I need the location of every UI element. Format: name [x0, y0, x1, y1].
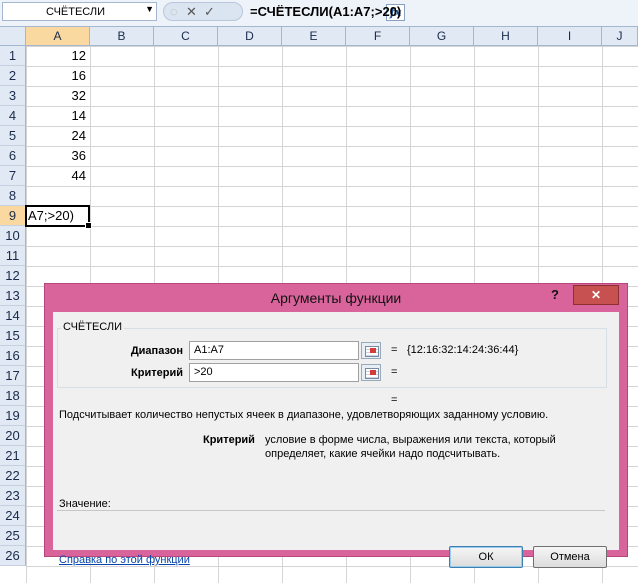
cell-a5[interactable]: 24: [26, 126, 86, 146]
formula-input[interactable]: =СЧЁТЕСЛИ(A1:A7;>20): [250, 4, 401, 19]
cell-a4[interactable]: 14: [26, 106, 86, 126]
criteria-eq: =: [391, 366, 398, 378]
row-header-24[interactable]: 24: [0, 506, 26, 526]
chevron-down-icon[interactable]: ▼: [145, 4, 154, 14]
row-header-2[interactable]: 2: [0, 66, 26, 86]
row-header-10[interactable]: 10: [0, 226, 26, 246]
row-header-23[interactable]: 23: [0, 486, 26, 506]
column-header-i[interactable]: I: [538, 27, 602, 46]
row-header-5[interactable]: 5: [0, 126, 26, 146]
cancel-button[interactable]: Отмена: [533, 546, 607, 568]
enter-icon[interactable]: ✓: [204, 4, 215, 20]
help-link[interactable]: Справка по этой функции: [59, 554, 190, 566]
formula-buttons: ◌ ✕ ✓ fx: [163, 2, 405, 21]
row-header-26[interactable]: 26: [0, 546, 26, 566]
name-box-value: СЧЁТЕСЛИ: [46, 6, 106, 18]
row-header-17[interactable]: 17: [0, 366, 26, 386]
range-collapse-icon[interactable]: [361, 342, 381, 359]
column-header-h[interactable]: H: [474, 27, 538, 46]
range-eq: =: [391, 344, 398, 356]
criteria-collapse-icon[interactable]: [361, 364, 381, 381]
arg-desc-line1: условие в форме числа, выражения или тек…: [265, 434, 556, 446]
function-description: Подсчитывает количество непустых ячеек в…: [59, 409, 549, 421]
arg-name: Критерий: [203, 434, 255, 446]
close-button[interactable]: ✕: [573, 285, 619, 305]
dots-icon: ◌: [170, 4, 178, 19]
formula-bar: СЧЁТЕСЛИ ▼ ◌ ✕ ✓ fx =СЧЁТЕСЛИ(A1:A7;>20): [0, 0, 638, 27]
row-header-19[interactable]: 19: [0, 406, 26, 426]
function-name: СЧЁТЕСЛИ: [61, 321, 125, 333]
cell-a3[interactable]: 32: [26, 86, 86, 106]
criteria-label: Критерий: [131, 367, 183, 379]
fill-handle[interactable]: [85, 222, 92, 229]
criteria-input[interactable]: >20: [189, 363, 359, 382]
divider: [57, 510, 605, 511]
column-header-a[interactable]: A: [26, 27, 90, 46]
function-arguments-dialog: Аргументы функции ? ✕ СЧЁТЕСЛИ Диапазон …: [44, 283, 628, 568]
column-header-j[interactable]: J: [602, 27, 638, 46]
row-header-22[interactable]: 22: [0, 466, 26, 486]
range-input[interactable]: A1:A7: [189, 341, 359, 360]
cancel-icon[interactable]: ✕: [186, 4, 197, 20]
value-label: Значение:: [59, 498, 111, 510]
ok-button[interactable]: ОК: [449, 546, 523, 568]
active-cell-text: A7;>20): [28, 208, 74, 223]
column-header-d[interactable]: D: [218, 27, 282, 46]
help-icon[interactable]: ?: [551, 287, 559, 302]
cell-a7[interactable]: 44: [26, 166, 86, 186]
result-eq: =: [391, 394, 398, 406]
column-header-e[interactable]: E: [282, 27, 346, 46]
range-label: Диапазон: [130, 345, 183, 357]
column-header-f[interactable]: F: [346, 27, 410, 46]
column-header-g[interactable]: G: [410, 27, 474, 46]
cell-a2[interactable]: 16: [26, 66, 86, 86]
row-header-13[interactable]: 13: [0, 286, 26, 306]
row-header-8[interactable]: 8: [0, 186, 26, 206]
row-header-12[interactable]: 12: [0, 266, 26, 286]
range-result: {12:16:32:14:24:36:44}: [407, 344, 519, 356]
row-header-1[interactable]: 1: [0, 46, 26, 66]
row-header-3[interactable]: 3: [0, 86, 26, 106]
row-header-11[interactable]: 11: [0, 246, 26, 266]
row-header-14[interactable]: 14: [0, 306, 26, 326]
column-header-c[interactable]: C: [154, 27, 218, 46]
row-header-7[interactable]: 7: [0, 166, 26, 186]
cell-a6[interactable]: 36: [26, 146, 86, 166]
row-header-18[interactable]: 18: [0, 386, 26, 406]
row-header-25[interactable]: 25: [0, 526, 26, 546]
column-header-b[interactable]: B: [90, 27, 154, 46]
active-cell-a9[interactable]: A7;>20): [25, 205, 92, 229]
name-box[interactable]: СЧЁТЕСЛИ ▼: [2, 2, 157, 21]
cell-a1[interactable]: 12: [26, 46, 86, 66]
row-header-6[interactable]: 6: [0, 146, 26, 166]
select-all-corner[interactable]: [0, 27, 26, 46]
row-header-20[interactable]: 20: [0, 426, 26, 446]
row-header-9[interactable]: 9: [0, 206, 26, 226]
row-header-4[interactable]: 4: [0, 106, 26, 126]
dialog-body: СЧЁТЕСЛИ Диапазон A1:A7 = {12:16:32:14:2…: [53, 312, 619, 568]
row-header-16[interactable]: 16: [0, 346, 26, 366]
row-header-21[interactable]: 21: [0, 446, 26, 466]
row-header-15[interactable]: 15: [0, 326, 26, 346]
arg-desc-line2: определяет, какие ячейки надо подсчитыва…: [265, 448, 501, 460]
dialog-title: Аргументы функции: [270, 290, 402, 306]
